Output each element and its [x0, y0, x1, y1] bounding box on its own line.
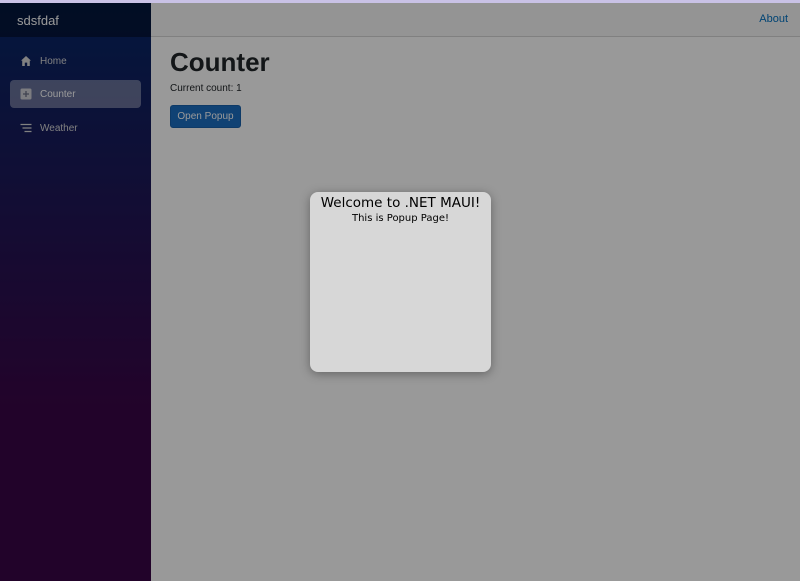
- popup-title: Welcome to .NET MAUI!: [320, 195, 481, 211]
- window-top-edge: [0, 0, 800, 3]
- app-window: sdsfdaf Home Counter Weather About Count…: [0, 0, 800, 581]
- popup-subtitle: This is Popup Page!: [351, 213, 449, 224]
- popup-dialog: Welcome to .NET MAUI! This is Popup Page…: [310, 192, 491, 372]
